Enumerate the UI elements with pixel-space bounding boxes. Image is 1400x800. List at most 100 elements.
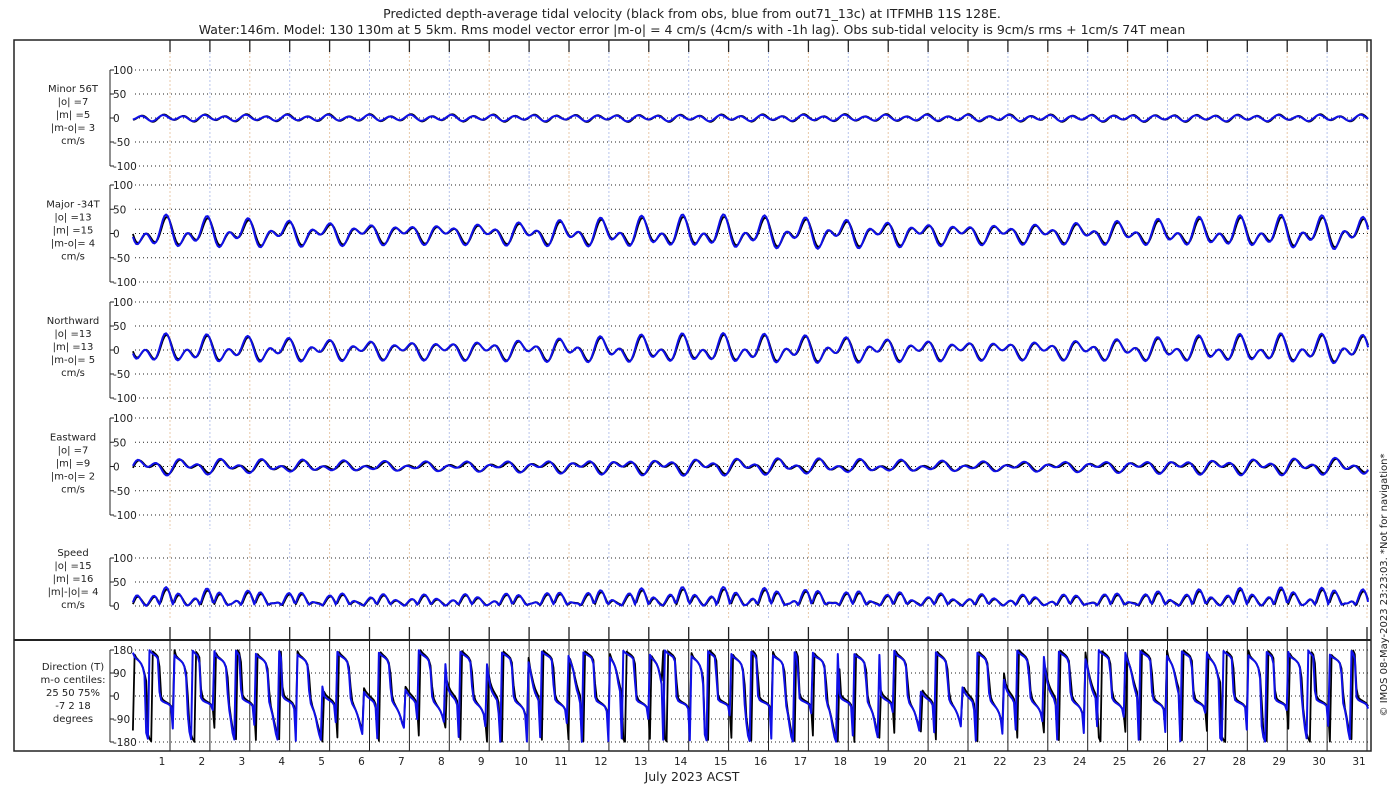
x-tick-label: 13 <box>634 756 647 768</box>
y-tick-label: -90 <box>113 714 130 726</box>
x-tick-label: 31 <box>1352 756 1365 768</box>
minor-panel-label: |m| =5 <box>56 110 90 121</box>
x-tick-label: 15 <box>714 756 727 768</box>
x-tick-label: 27 <box>1193 756 1206 768</box>
direction-panel-label: -7 2 18 <box>55 701 90 712</box>
direction-panel-label: Direction (T) <box>42 662 104 673</box>
north-panel-label: cm/s <box>61 368 85 379</box>
major-obs-line <box>132 215 1369 249</box>
north-model-line <box>131 332 1370 365</box>
y-tick-label: -50 <box>113 486 130 498</box>
east-panel-label: |m-o|= 2 <box>51 472 95 483</box>
minor-model-line <box>132 113 1369 123</box>
major-panel-label: cm/s <box>61 252 85 263</box>
chart-title-line-1: Predicted depth-average tidal velocity (… <box>383 6 1001 21</box>
x-tick-label: 7 <box>398 756 405 768</box>
minor-panel-label: cm/s <box>61 136 85 147</box>
x-tick-label: 9 <box>478 756 485 768</box>
x-tick-label: 6 <box>358 756 365 768</box>
east-panel-label: |m| =9 <box>56 459 90 470</box>
y-tick-label: 0 <box>113 691 120 703</box>
x-tick-label: 21 <box>953 756 966 768</box>
x-tick-label: 14 <box>674 756 688 768</box>
y-tick-label: -180 <box>113 737 137 749</box>
x-tick-label: 11 <box>554 756 567 768</box>
major-panel-label: |m| =15 <box>53 226 94 237</box>
speed-model-line <box>131 586 1370 607</box>
north-panel-label: Northward <box>47 316 100 327</box>
grid-layer <box>169 40 1368 751</box>
speed-panel-label: |m| =16 <box>53 574 94 585</box>
east-panel-label: Eastward <box>50 433 96 444</box>
y-tick-label: 50 <box>113 204 126 216</box>
x-tick-label: 2 <box>199 756 206 768</box>
y-tick-label: -50 <box>113 369 130 381</box>
speed-panel-label: cm/s <box>61 600 85 611</box>
x-tick-label: 1 <box>159 756 166 768</box>
x-tick-label: 4 <box>278 756 285 768</box>
y-tick-label: 50 <box>113 577 126 589</box>
east-panel-label: cm/s <box>61 485 85 496</box>
series-layer <box>131 113 1370 743</box>
y-tick-label: 180 <box>113 645 133 657</box>
x-tick-label: 26 <box>1153 756 1167 768</box>
axes-layer: 100 50 0 -50 -100 Minor 56T |o| =7 |m| =5 |m-o|=… <box>40 65 1371 749</box>
y-tick-label: 90 <box>113 668 126 680</box>
direction-panel-label: degrees <box>53 714 93 725</box>
direction-panel-label: 25 50 75% <box>46 688 100 699</box>
north-panel-label: |m| =13 <box>53 342 94 353</box>
direction-panel-label: m-o centiles: <box>40 675 105 686</box>
north-panel-label: |m-o|= 5 <box>51 355 95 366</box>
east-panel-label: |o| =7 <box>58 446 89 457</box>
x-tick-label: 20 <box>913 756 926 768</box>
major-panel-label: Major -34T <box>46 200 100 211</box>
y-tick-label: 0 <box>113 601 120 613</box>
x-tick-label: 25 <box>1113 756 1126 768</box>
major-panel-label: |m-o|= 4 <box>51 239 95 250</box>
y-tick-label: -100 <box>113 161 137 173</box>
x-tick-label: 5 <box>318 756 325 768</box>
copyright-notice: © IMOS 08-May-2023 23:23:03. *Not for na… <box>1379 454 1390 717</box>
y-tick-label: 0 <box>113 345 120 357</box>
major-panel-label: |o| =13 <box>54 213 91 224</box>
speed-panel-label: |o| =15 <box>54 561 91 572</box>
x-tick-label: 12 <box>594 756 607 768</box>
y-tick-label: 100 <box>113 297 133 309</box>
y-tick-label: 100 <box>113 65 133 77</box>
x-tick-label: 16 <box>754 756 768 768</box>
x-tick-label: 23 <box>1033 756 1046 768</box>
minor-panel-label: Minor 56T <box>48 84 99 95</box>
chart-title-line-2: Water:146m. Model: 130 130m at 5 5km. Rm… <box>199 22 1186 37</box>
speed-panel-label: Speed <box>57 548 88 559</box>
y-tick-label: 50 <box>113 89 126 101</box>
y-tick-label: 0 <box>113 462 120 474</box>
y-tick-label: 50 <box>113 321 126 333</box>
x-axis-label: July 2023 ACST <box>644 769 740 784</box>
y-tick-label: 0 <box>113 229 120 241</box>
y-tick-label: 0 <box>113 113 120 125</box>
major-model-line <box>131 213 1370 250</box>
x-tick-label: 10 <box>514 756 527 768</box>
x-tick-label: 17 <box>794 756 807 768</box>
y-tick-label: 100 <box>113 180 133 192</box>
y-tick-label: 50 <box>113 437 126 449</box>
minor-panel-label: |m-o|= 3 <box>51 123 95 134</box>
minor-panel-label: |o| =7 <box>58 97 89 108</box>
x-tick-label: 8 <box>438 756 445 768</box>
y-tick-label: -50 <box>113 253 130 265</box>
x-tick-label: 24 <box>1073 756 1087 768</box>
tidal-velocity-chart: Predicted depth-average tidal velocity (… <box>13 6 1390 784</box>
x-tick-label: 28 <box>1233 756 1246 768</box>
x-tick-label: 3 <box>238 756 245 768</box>
y-tick-label: -50 <box>113 137 130 149</box>
y-tick-label: -100 <box>113 393 137 405</box>
north-panel-label: |o| =13 <box>54 329 91 340</box>
y-tick-label: 100 <box>113 413 133 425</box>
x-tick-label: 22 <box>993 756 1006 768</box>
x-tick-label: 19 <box>874 756 887 768</box>
x-tick-label: 30 <box>1312 756 1325 768</box>
y-tick-label: 100 <box>113 553 133 565</box>
y-tick-label: -100 <box>113 510 137 522</box>
speed-panel-label: |m|-|o|= 4 <box>48 587 99 598</box>
x-tick-label: 18 <box>834 756 847 768</box>
